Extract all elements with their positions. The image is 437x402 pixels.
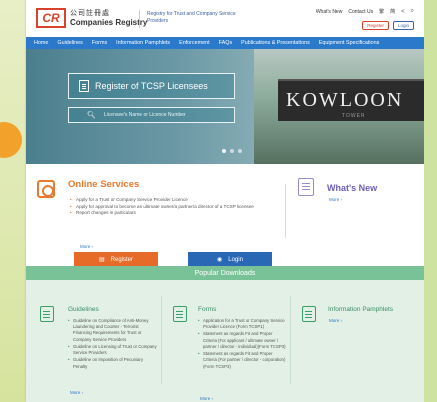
register-of-tcsp-licensees-button[interactable]: Register of TCSP Licensees [68, 73, 235, 99]
list-item[interactable]: Application for a Trust or Company Servi… [198, 318, 286, 330]
hero-sign: KOWLOON TOWER [278, 79, 424, 121]
tcsp-title: Register of TCSP Licensees [95, 81, 208, 91]
nav-equipment-specifications[interactable]: Equipment Specifications [319, 40, 380, 46]
popular-downloads-title: Popular Downloads [26, 266, 424, 280]
site-logo[interactable]: CR 公司註冊處 Companies Registry [36, 8, 147, 28]
forms-list: Application for a Trust or Company Servi… [198, 318, 286, 371]
pamphlets-icon [302, 306, 316, 322]
browser-viewport: CR 公司註冊處 Companies Registry Registry for… [0, 0, 437, 402]
logo-english-name: Companies Registry [70, 17, 148, 27]
nav-information-pamphlets[interactable]: Information Pamphlets [116, 40, 170, 46]
list-item[interactable]: Report changes in particulars [70, 210, 260, 217]
hero-sign-subtext: TOWER [342, 113, 366, 119]
list-item[interactable]: Statement as regards Fit and Proper Crit… [198, 331, 286, 350]
column-divider [290, 296, 291, 384]
online-services-icon [37, 180, 55, 198]
search-icon[interactable]: ⌕ [411, 8, 414, 15]
online-services-more-link[interactable]: More › [80, 244, 93, 249]
register-icon: ▤ [98, 257, 105, 263]
column-divider [161, 296, 162, 384]
header-register-button[interactable]: Register [362, 21, 389, 30]
header-login-button[interactable]: Login [392, 21, 414, 30]
pamphlets-more-link[interactable]: More › [329, 318, 342, 323]
nav-guidelines[interactable]: Guidelines [57, 40, 82, 46]
carousel-dot[interactable] [238, 149, 242, 153]
lang-simplified[interactable]: 简 [390, 8, 395, 15]
login-icon: ◉ [217, 257, 223, 263]
logo-chinese-name: 公司註冊處 [70, 9, 110, 17]
nav-publications[interactable]: Publications & Presentations [241, 40, 310, 46]
contact-us-link[interactable]: Contact Us [348, 9, 373, 15]
guidelines-list: Guideline on Compliance of Anti-Money La… [68, 318, 158, 371]
site-tagline: Registry for Trust and Company Service P… [147, 11, 236, 24]
guidelines-title[interactable]: Guidelines [68, 306, 99, 313]
main-nav: Home Guidelines Forms Information Pamphl… [26, 37, 424, 49]
whats-new-link[interactable]: What's New [316, 9, 343, 15]
list-item[interactable]: Guideline on Compliance of Anti-Money La… [68, 318, 158, 343]
register-label: Register [110, 256, 133, 263]
search-placeholder: Licensee's Name or Licence Number [103, 112, 186, 118]
list-item[interactable]: Apply for a Trust or Company Service Pro… [70, 197, 260, 204]
search-icon: 🔍︎ [87, 112, 96, 119]
forms-icon [173, 306, 187, 322]
carousel-dot[interactable] [230, 149, 234, 153]
forms-more-link[interactable]: More › [200, 396, 213, 401]
page: CR 公司註冊處 Companies Registry Registry for… [26, 0, 424, 402]
nav-faqs[interactable]: FAQs [219, 40, 232, 46]
header-buttons: Register Login [362, 21, 414, 30]
document-icon [79, 80, 89, 92]
whats-new-more-link[interactable]: More › [329, 197, 342, 202]
login-button[interactable]: ◉ Login [188, 252, 272, 267]
background-left [0, 0, 26, 402]
hero-sign-text: KOWLOON [286, 89, 404, 111]
list-item[interactable]: Guideline on Licensing of Trust or Compa… [68, 344, 158, 356]
lang-traditional[interactable]: 繁 [379, 8, 384, 15]
popular-downloads-section: Popular Downloads Guidelines Guideline o… [26, 266, 424, 402]
nav-forms[interactable]: Forms [92, 40, 107, 46]
pamphlets-title[interactable]: Information Pamphlets [328, 306, 393, 313]
list-item[interactable]: Statement as regards Fit and Proper Crit… [198, 351, 286, 370]
share-icon[interactable]: < [401, 9, 405, 15]
header-divider [139, 10, 140, 28]
background-right [424, 0, 437, 402]
login-label: Login [228, 256, 243, 263]
whats-new-title: What's New [327, 183, 378, 193]
guidelines-icon [40, 306, 54, 322]
section-divider [285, 184, 286, 238]
carousel-dot[interactable] [222, 149, 226, 153]
site-header: CR 公司註冊處 Companies Registry Registry for… [26, 0, 424, 37]
logo-mark: CR [36, 8, 66, 28]
top-links: What's New Contact Us 繁 简 < ⌕ [316, 8, 414, 15]
register-button[interactable]: ▤ Register [74, 252, 158, 267]
carousel-dots [222, 149, 242, 153]
list-item[interactable]: Guideline on Imposition of Pecuniary Pen… [68, 357, 158, 369]
nav-enforcement[interactable]: Enforcement [179, 40, 210, 46]
online-services-title: Online Services [68, 179, 140, 190]
guidelines-more-link[interactable]: More › [70, 390, 83, 395]
licensee-search-input[interactable]: 🔍︎ Licensee's Name or Licence Number [68, 107, 235, 123]
online-services-list: Apply for a Trust or Company Service Pro… [70, 197, 260, 217]
list-item[interactable]: Apply for approval to become an ultimate… [70, 204, 260, 211]
online-services-section: Online Services Apply for a Trust or Com… [26, 164, 424, 268]
nav-home[interactable]: Home [34, 40, 48, 46]
whats-new-icon [298, 178, 314, 196]
hero-banner: KOWLOON TOWER Register of TCSP Licensees… [26, 49, 424, 164]
forms-title[interactable]: Forms [198, 306, 216, 313]
